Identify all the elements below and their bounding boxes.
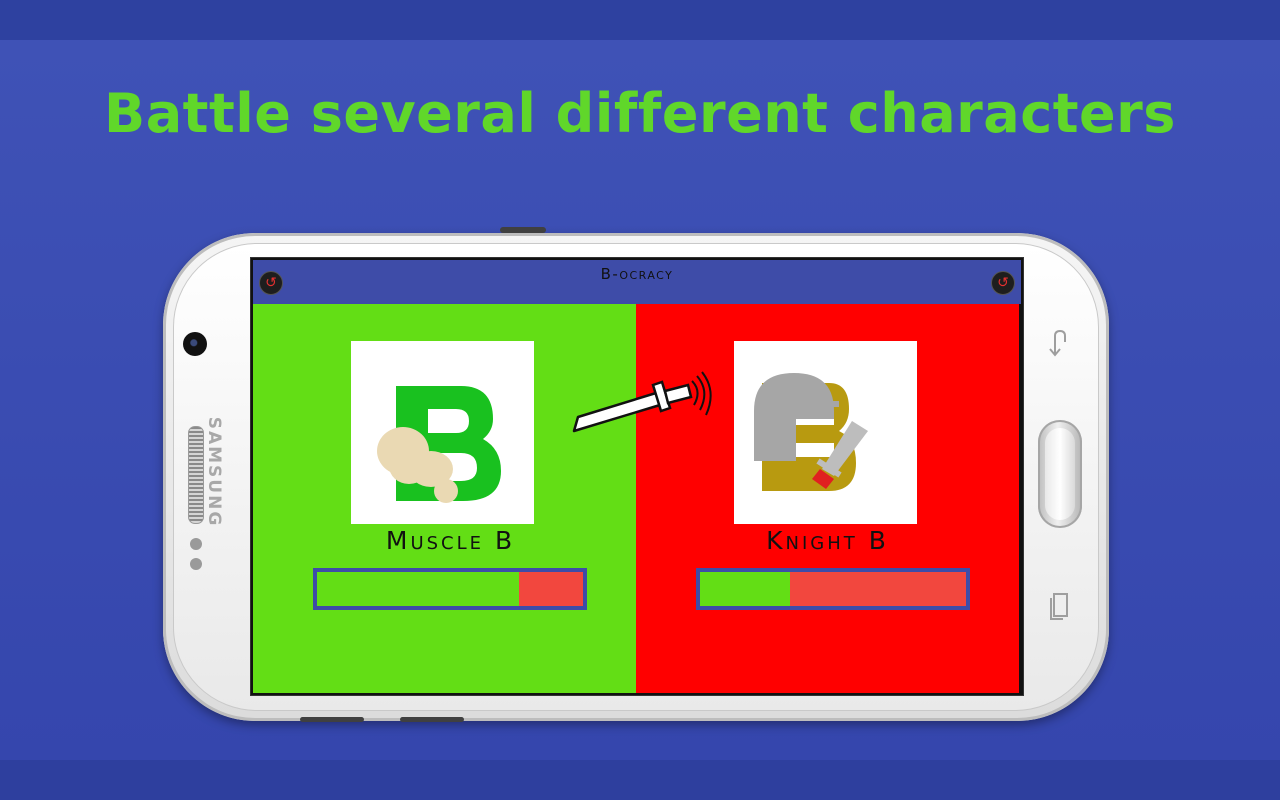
muscle-b-portrait xyxy=(351,341,534,524)
headline: Battle several different characters xyxy=(104,82,1176,145)
earpiece-speaker xyxy=(188,426,204,524)
phone-screen: ↺ B-ocracy ↺ Muscle B Knight B xyxy=(250,257,1024,696)
home-button[interactable] xyxy=(1038,420,1082,528)
sensor-dot xyxy=(190,558,202,570)
knight-b-portrait xyxy=(734,341,917,524)
background-bottom-band xyxy=(0,760,1280,800)
muscle-b-icon xyxy=(377,386,501,503)
restart-button-right[interactable]: ↺ xyxy=(991,271,1015,295)
player-name: Knight B xyxy=(766,526,889,555)
sensor-dot xyxy=(190,538,202,550)
sword-attack-icon xyxy=(572,371,712,433)
health-bar-fill xyxy=(317,572,520,606)
background-top-band xyxy=(0,0,1280,40)
player-name: Muscle B xyxy=(385,526,516,555)
recent-apps-glyph-icon xyxy=(1050,593,1068,620)
app-bar: ↺ B-ocracy ↺ xyxy=(253,260,1021,304)
player-panel-muscle-b[interactable]: Muscle B xyxy=(253,304,636,693)
phone-volume-button xyxy=(300,717,364,722)
health-bar xyxy=(313,568,587,610)
health-bar xyxy=(696,568,970,610)
front-camera-icon xyxy=(183,332,207,356)
restart-icon: ↺ xyxy=(997,275,1009,291)
player-panel-knight-b[interactable]: Knight B xyxy=(636,304,1019,693)
knight-b-icon xyxy=(754,373,868,491)
back-icon[interactable] xyxy=(1044,328,1074,365)
phone-power-button xyxy=(500,227,546,233)
health-bar-fill xyxy=(700,572,791,606)
app-title: B-ocracy xyxy=(600,265,674,283)
recent-apps-icon[interactable] xyxy=(1044,590,1074,629)
phone-volume-button-2 xyxy=(400,717,464,722)
phone-brand-label: SAMSUNG xyxy=(204,416,224,528)
back-arrow-icon xyxy=(1049,329,1066,357)
